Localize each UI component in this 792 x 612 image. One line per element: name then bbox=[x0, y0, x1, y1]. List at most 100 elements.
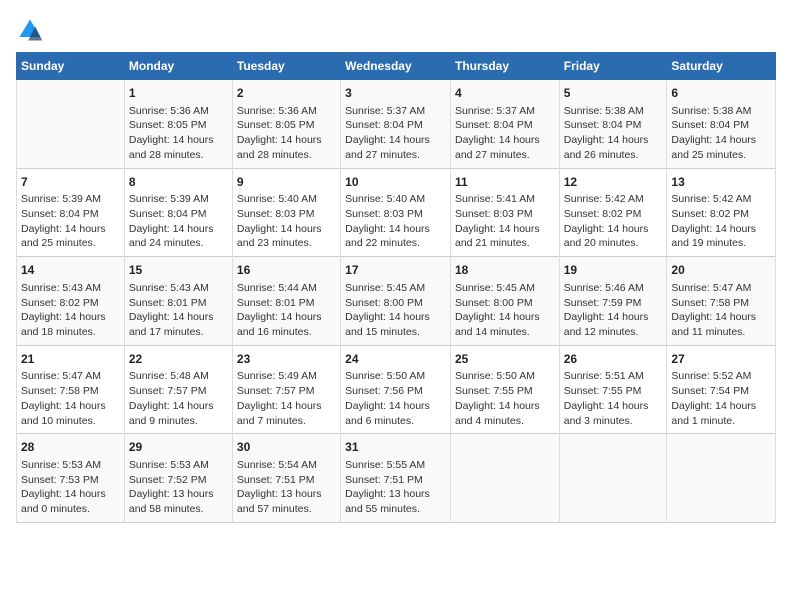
weekday-header-friday: Friday bbox=[559, 53, 667, 80]
day-number: 26 bbox=[564, 351, 663, 368]
calendar-cell: 14 Sunrise: 5:43 AM Sunset: 8:02 PM Dayli… bbox=[17, 257, 125, 346]
calendar-cell bbox=[17, 80, 125, 169]
calendar-cell: 17 Sunrise: 5:45 AM Sunset: 8:00 PM Dayli… bbox=[341, 257, 451, 346]
day-info: Sunrise: 5:38 AM Sunset: 8:04 PM Dayligh… bbox=[564, 104, 663, 163]
day-info: Sunrise: 5:51 AM Sunset: 7:55 PM Dayligh… bbox=[564, 369, 663, 428]
calendar-cell: 27Sunrise: 5:52 AM Sunset: 7:54 PM Dayli… bbox=[667, 345, 776, 434]
weekday-header-tuesday: Tuesday bbox=[232, 53, 340, 80]
calendar-week-row: 21Sunrise: 5:47 AM Sunset: 7:58 PM Dayli… bbox=[17, 345, 776, 434]
calendar-cell: 31 Sunrise: 5:55 AM Sunset: 7:51 PM Dayli… bbox=[341, 434, 451, 523]
day-number: 31 bbox=[345, 439, 446, 456]
calendar-cell: 22Sunrise: 5:48 AM Sunset: 7:57 PM Dayli… bbox=[124, 345, 232, 434]
day-info: Sunrise: 5:47 AM Sunset: 7:58 PM Dayligh… bbox=[21, 369, 120, 428]
calendar-table: SundayMondayTuesdayWednesdayThursdayFrid… bbox=[16, 52, 776, 523]
calendar-cell: 12Sunrise: 5:42 AM Sunset: 8:02 PM Dayli… bbox=[559, 168, 667, 257]
day-info: Sunrise: 5:53 AM Sunset: 7:52 PM Dayligh… bbox=[129, 458, 228, 517]
calendar-week-row: 14 Sunrise: 5:43 AM Sunset: 8:02 PM Dayli… bbox=[17, 257, 776, 346]
day-number: 20 bbox=[671, 262, 771, 279]
day-info: Sunrise: 5:43 AM Sunset: 8:02 PM Dayligh… bbox=[21, 281, 120, 340]
day-info: Sunrise: 5:37 AM Sunset: 8:04 PM Dayligh… bbox=[455, 104, 555, 163]
day-number: 12 bbox=[564, 174, 663, 191]
day-info: Sunrise: 5:42 AM Sunset: 8:02 PM Dayligh… bbox=[564, 192, 663, 251]
day-info: Sunrise: 5:47 AM Sunset: 7:58 PM Dayligh… bbox=[671, 281, 771, 340]
day-info: Sunrise: 5:50 AM Sunset: 7:55 PM Dayligh… bbox=[455, 369, 555, 428]
calendar-week-row: 7Sunrise: 5:39 AM Sunset: 8:04 PM Daylig… bbox=[17, 168, 776, 257]
weekday-header-monday: Monday bbox=[124, 53, 232, 80]
day-info: Sunrise: 5:52 AM Sunset: 7:54 PM Dayligh… bbox=[671, 369, 771, 428]
calendar-cell: 9Sunrise: 5:40 AM Sunset: 8:03 PM Daylig… bbox=[232, 168, 340, 257]
calendar-cell: 15 Sunrise: 5:43 AM Sunset: 8:01 PM Dayli… bbox=[124, 257, 232, 346]
day-info: Sunrise: 5:36 AM Sunset: 8:05 PM Dayligh… bbox=[237, 104, 336, 163]
logo bbox=[16, 16, 48, 44]
page-header bbox=[16, 16, 776, 44]
day-number: 15 bbox=[129, 262, 228, 279]
day-number: 17 bbox=[345, 262, 446, 279]
day-number: 22 bbox=[129, 351, 228, 368]
day-info: Sunrise: 5:39 AM Sunset: 8:04 PM Dayligh… bbox=[21, 192, 120, 251]
day-info: Sunrise: 5:49 AM Sunset: 7:57 PM Dayligh… bbox=[237, 369, 336, 428]
calendar-week-row: 28Sunrise: 5:53 AM Sunset: 7:53 PM Dayli… bbox=[17, 434, 776, 523]
day-info: Sunrise: 5:45 AM Sunset: 8:00 PM Dayligh… bbox=[345, 281, 446, 340]
calendar-week-row: 1 Sunrise: 5:36 AM Sunset: 8:05 PM Daylig… bbox=[17, 80, 776, 169]
day-info: Sunrise: 5:48 AM Sunset: 7:57 PM Dayligh… bbox=[129, 369, 228, 428]
day-info: Sunrise: 5:36 AM Sunset: 8:05 PM Dayligh… bbox=[129, 104, 228, 163]
calendar-cell: 3 Sunrise: 5:37 AM Sunset: 8:04 PM Daylig… bbox=[341, 80, 451, 169]
day-number: 14 bbox=[21, 262, 120, 279]
calendar-cell bbox=[450, 434, 559, 523]
day-number: 1 bbox=[129, 85, 228, 102]
day-info: Sunrise: 5:55 AM Sunset: 7:51 PM Dayligh… bbox=[345, 458, 446, 517]
day-number: 2 bbox=[237, 85, 336, 102]
day-info: Sunrise: 5:50 AM Sunset: 7:56 PM Dayligh… bbox=[345, 369, 446, 428]
day-info: Sunrise: 5:40 AM Sunset: 8:03 PM Dayligh… bbox=[237, 192, 336, 251]
day-number: 16 bbox=[237, 262, 336, 279]
calendar-cell: 24Sunrise: 5:50 AM Sunset: 7:56 PM Dayli… bbox=[341, 345, 451, 434]
calendar-cell: 25Sunrise: 5:50 AM Sunset: 7:55 PM Dayli… bbox=[450, 345, 559, 434]
day-number: 6 bbox=[671, 85, 771, 102]
weekday-header-row: SundayMondayTuesdayWednesdayThursdayFrid… bbox=[17, 53, 776, 80]
day-info: Sunrise: 5:45 AM Sunset: 8:00 PM Dayligh… bbox=[455, 281, 555, 340]
day-info: Sunrise: 5:46 AM Sunset: 7:59 PM Dayligh… bbox=[564, 281, 663, 340]
day-info: Sunrise: 5:53 AM Sunset: 7:53 PM Dayligh… bbox=[21, 458, 120, 517]
calendar-cell: 29 Sunrise: 5:53 AM Sunset: 7:52 PM Dayli… bbox=[124, 434, 232, 523]
calendar-cell bbox=[667, 434, 776, 523]
day-number: 21 bbox=[21, 351, 120, 368]
day-number: 27 bbox=[671, 351, 771, 368]
calendar-cell: 10Sunrise: 5:40 AM Sunset: 8:03 PM Dayli… bbox=[341, 168, 451, 257]
day-info: Sunrise: 5:37 AM Sunset: 8:04 PM Dayligh… bbox=[345, 104, 446, 163]
day-number: 3 bbox=[345, 85, 446, 102]
day-number: 7 bbox=[21, 174, 120, 191]
day-info: Sunrise: 5:42 AM Sunset: 8:02 PM Dayligh… bbox=[671, 192, 771, 251]
weekday-header-saturday: Saturday bbox=[667, 53, 776, 80]
day-number: 8 bbox=[129, 174, 228, 191]
day-number: 5 bbox=[564, 85, 663, 102]
weekday-header-thursday: Thursday bbox=[450, 53, 559, 80]
calendar-cell: 23Sunrise: 5:49 AM Sunset: 7:57 PM Dayli… bbox=[232, 345, 340, 434]
logo-icon bbox=[16, 16, 44, 44]
calendar-cell: 11Sunrise: 5:41 AM Sunset: 8:03 PM Dayli… bbox=[450, 168, 559, 257]
day-info: Sunrise: 5:41 AM Sunset: 8:03 PM Dayligh… bbox=[455, 192, 555, 251]
weekday-header-wednesday: Wednesday bbox=[341, 53, 451, 80]
calendar-cell: 30Sunrise: 5:54 AM Sunset: 7:51 PM Dayli… bbox=[232, 434, 340, 523]
day-number: 23 bbox=[237, 351, 336, 368]
calendar-cell: 6Sunrise: 5:38 AM Sunset: 8:04 PM Daylig… bbox=[667, 80, 776, 169]
calendar-cell: 20 Sunrise: 5:47 AM Sunset: 7:58 PM Dayli… bbox=[667, 257, 776, 346]
day-info: Sunrise: 5:40 AM Sunset: 8:03 PM Dayligh… bbox=[345, 192, 446, 251]
calendar-cell: 19 Sunrise: 5:46 AM Sunset: 7:59 PM Dayli… bbox=[559, 257, 667, 346]
calendar-cell: 2 Sunrise: 5:36 AM Sunset: 8:05 PM Daylig… bbox=[232, 80, 340, 169]
day-number: 29 bbox=[129, 439, 228, 456]
day-info: Sunrise: 5:43 AM Sunset: 8:01 PM Dayligh… bbox=[129, 281, 228, 340]
calendar-cell: 8Sunrise: 5:39 AM Sunset: 8:04 PM Daylig… bbox=[124, 168, 232, 257]
day-info: Sunrise: 5:54 AM Sunset: 7:51 PM Dayligh… bbox=[237, 458, 336, 517]
day-number: 19 bbox=[564, 262, 663, 279]
calendar-cell: 7Sunrise: 5:39 AM Sunset: 8:04 PM Daylig… bbox=[17, 168, 125, 257]
calendar-cell: 1 Sunrise: 5:36 AM Sunset: 8:05 PM Daylig… bbox=[124, 80, 232, 169]
calendar-cell: 4Sunrise: 5:37 AM Sunset: 8:04 PM Daylig… bbox=[450, 80, 559, 169]
day-number: 18 bbox=[455, 262, 555, 279]
calendar-cell bbox=[559, 434, 667, 523]
day-number: 25 bbox=[455, 351, 555, 368]
day-info: Sunrise: 5:39 AM Sunset: 8:04 PM Dayligh… bbox=[129, 192, 228, 251]
calendar-cell: 28Sunrise: 5:53 AM Sunset: 7:53 PM Dayli… bbox=[17, 434, 125, 523]
calendar-cell: 5 Sunrise: 5:38 AM Sunset: 8:04 PM Daylig… bbox=[559, 80, 667, 169]
day-number: 13 bbox=[671, 174, 771, 191]
day-number: 11 bbox=[455, 174, 555, 191]
